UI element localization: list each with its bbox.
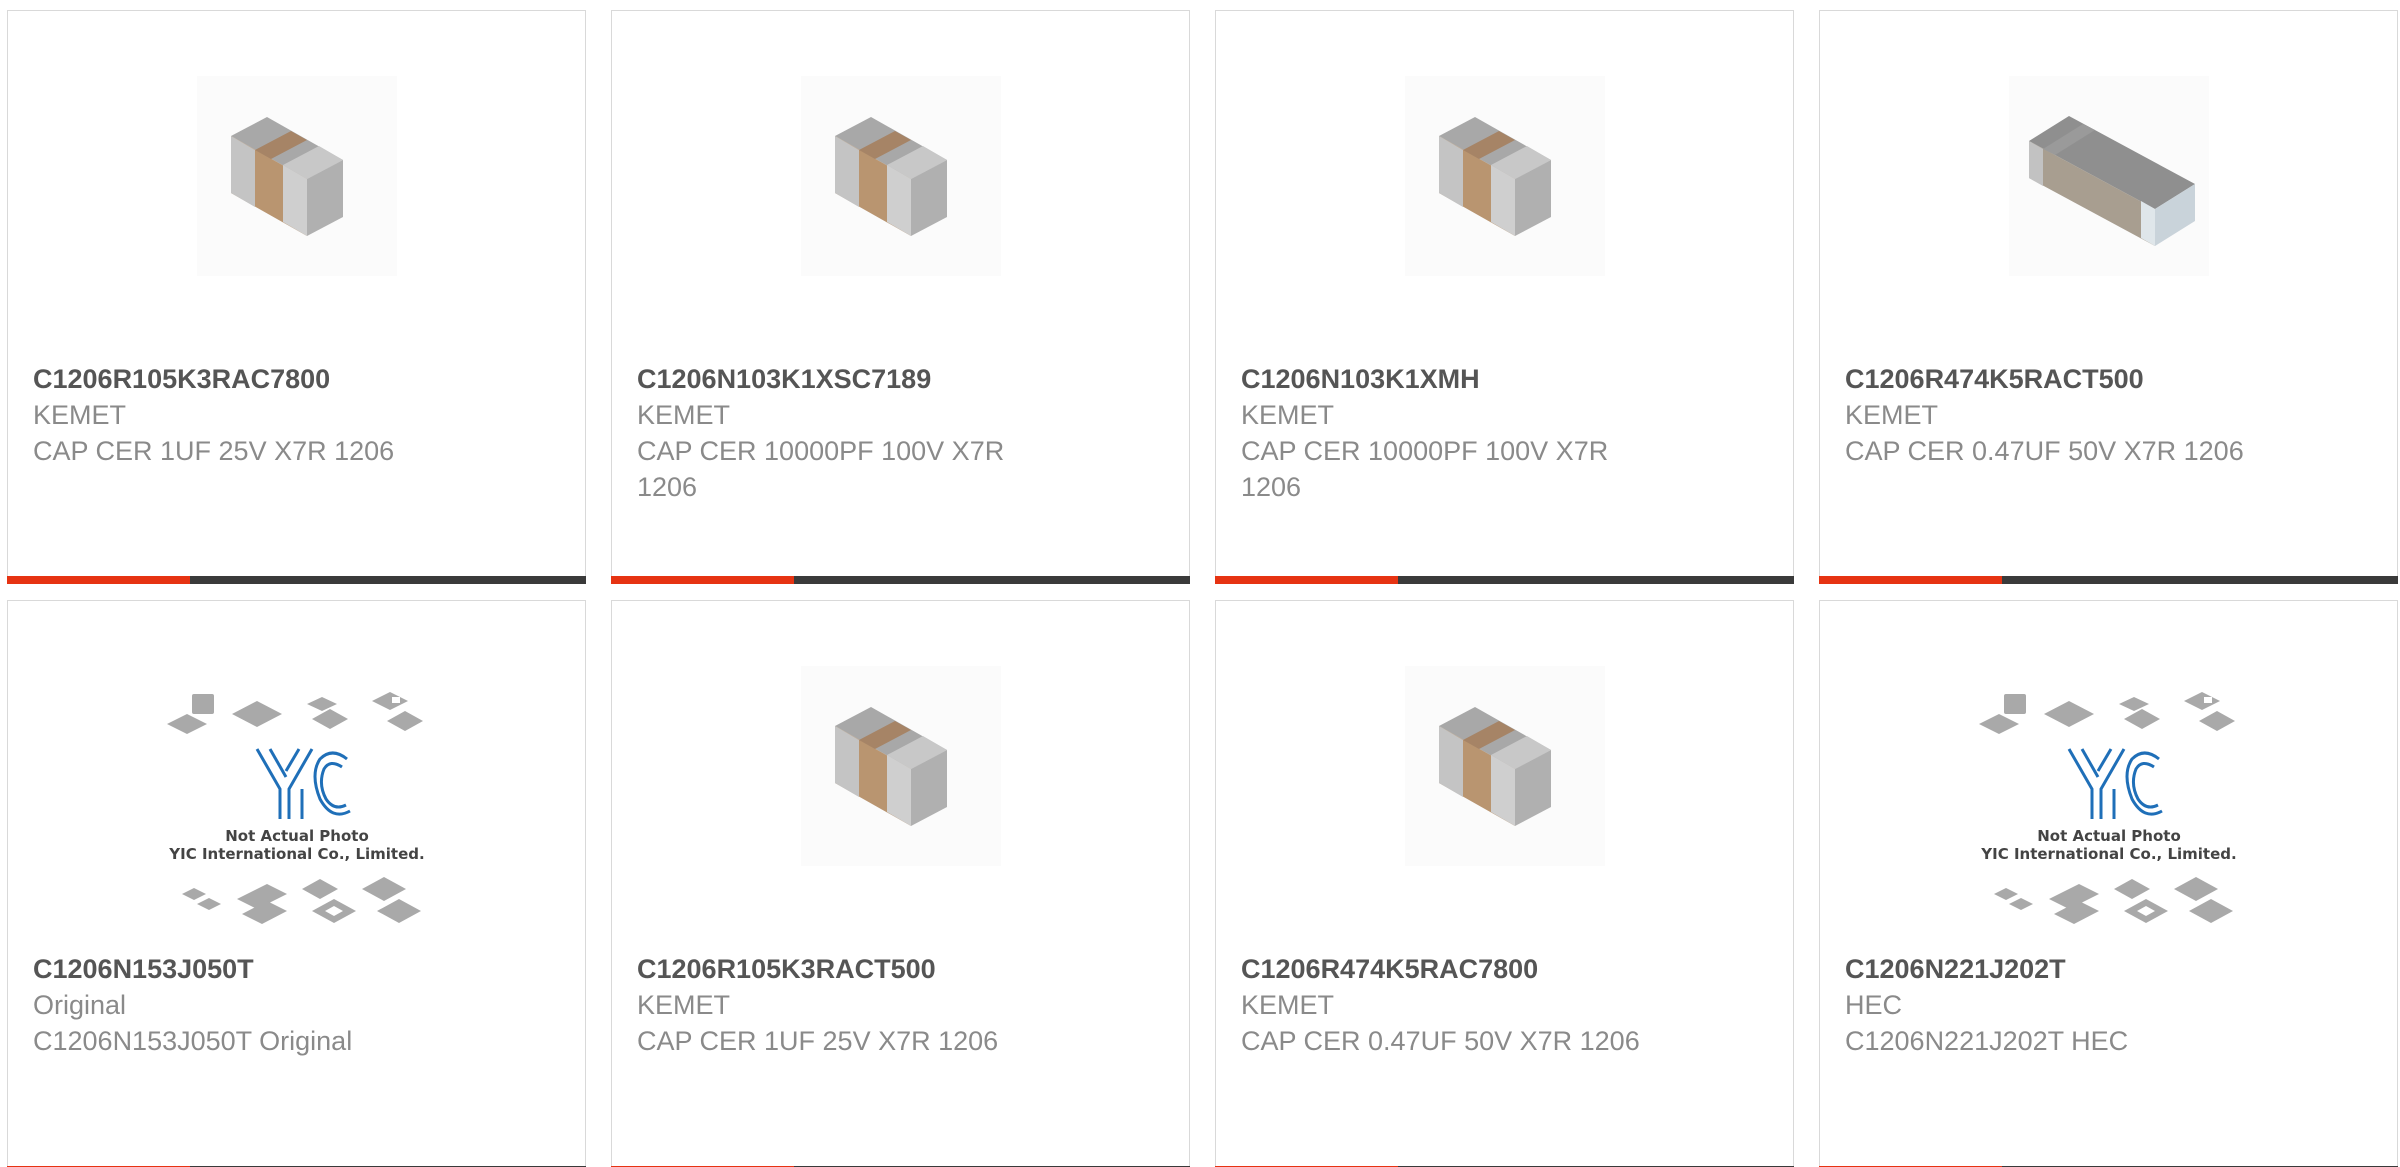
product-image[interactable] xyxy=(612,71,1189,281)
description: CAP CER 0.47UF 50V X7R 1206 xyxy=(1241,1026,1640,1056)
product-info: C1206R474K5RACT500 KEMET CAP CER 0.47UF … xyxy=(1845,361,2305,469)
card-accent-bar xyxy=(611,576,1190,584)
manufacturer: HEC xyxy=(1845,990,1903,1020)
manufacturer: KEMET xyxy=(637,400,731,430)
product-image[interactable] xyxy=(612,661,1189,871)
product-image[interactable]: Not Actual Photo YIC International Co., … xyxy=(1820,686,2397,931)
description: CAP CER 0.47UF 50V X7R 1206 xyxy=(1845,436,2244,466)
yic-placeholder-image: Not Actual Photo YIC International Co., … xyxy=(1978,691,2236,924)
description: CAP CER 1UF 25V X7R 1206 xyxy=(637,1026,999,1056)
manufacturer: KEMET xyxy=(637,990,731,1020)
description: C1206N153J050T Original xyxy=(33,1026,353,1056)
product-card[interactable]: C1206N103K1XMH KEMET CAP CER 10000PF 100… xyxy=(1215,10,1794,584)
card-accent-bar xyxy=(7,576,586,584)
product-card[interactable]: C1206R474K5RACT500 KEMET CAP CER 0.47UF … xyxy=(1819,10,2398,584)
product-info: C1206N103K1XSC7189 KEMET CAP CER 10000PF… xyxy=(637,361,1097,505)
placeholder-line-1: Not Actual Photo xyxy=(2037,827,2181,845)
card-accent-bar xyxy=(1819,576,2398,584)
product-card[interactable]: C1206R105K3RAC7800 KEMET CAP CER 1UF 25V… xyxy=(7,10,586,584)
placeholder-line-1: Not Actual Photo xyxy=(225,827,369,845)
product-info: C1206N103K1XMH KEMET CAP CER 10000PF 100… xyxy=(1241,361,1701,505)
part-number[interactable]: C1206N103K1XSC7189 xyxy=(637,361,1097,397)
product-image[interactable] xyxy=(1216,71,1793,281)
product-info: C1206R105K3RAC7800 KEMET CAP CER 1UF 25V… xyxy=(33,361,493,469)
product-card[interactable]: Not Actual Photo YIC International Co., … xyxy=(1819,600,2398,1167)
capacitor-chip-grey-icon xyxy=(2008,76,2209,276)
part-number[interactable]: C1206N153J050T xyxy=(33,951,493,987)
capacitor-chip-icon xyxy=(196,76,397,276)
product-info: C1206N153J050T Original C1206N153J050T O… xyxy=(33,951,493,1059)
manufacturer: KEMET xyxy=(33,400,127,430)
placeholder-line-2: YIC International Co., Limited. xyxy=(1980,845,2236,863)
manufacturer: KEMET xyxy=(1241,990,1335,1020)
product-card[interactable]: C1206R474K5RAC7800 KEMET CAP CER 0.47UF … xyxy=(1215,600,1794,1167)
part-number[interactable]: C1206R105K3RAC7800 xyxy=(33,361,493,397)
product-image[interactable] xyxy=(1820,71,2397,281)
product-card[interactable]: C1206N103K1XSC7189 KEMET CAP CER 10000PF… xyxy=(611,10,1190,584)
product-card[interactable]: C1206R105K3RACT500 KEMET CAP CER 1UF 25V… xyxy=(611,600,1190,1167)
part-number[interactable]: C1206R105K3RACT500 xyxy=(637,951,1097,987)
part-number[interactable]: C1206R474K5RACT500 xyxy=(1845,361,2305,397)
product-grid: C1206R105K3RAC7800 KEMET CAP CER 1UF 25V… xyxy=(0,0,2400,1167)
capacitor-chip-icon xyxy=(800,666,1001,866)
manufacturer: KEMET xyxy=(1241,400,1335,430)
description: CAP CER 10000PF 100V X7R 1206 xyxy=(637,436,1005,502)
manufacturer: Original xyxy=(33,990,127,1020)
product-info: C1206N221J202T HEC C1206N221J202T HEC xyxy=(1845,951,2305,1059)
capacitor-chip-icon xyxy=(1404,76,1605,276)
description: C1206N221J202T HEC xyxy=(1845,1026,2129,1056)
placeholder-line-2: YIC International Co., Limited. xyxy=(168,845,424,863)
description: CAP CER 1UF 25V X7R 1206 xyxy=(33,436,395,466)
product-info: C1206R474K5RAC7800 KEMET CAP CER 0.47UF … xyxy=(1241,951,1701,1059)
product-image[interactable] xyxy=(8,71,585,281)
yic-placeholder-image: Not Actual Photo YIC International Co., … xyxy=(166,691,424,924)
capacitor-chip-icon xyxy=(800,76,1001,276)
product-info: C1206R105K3RACT500 KEMET CAP CER 1UF 25V… xyxy=(637,951,1097,1059)
product-image[interactable]: Not Actual Photo YIC International Co., … xyxy=(8,686,585,931)
product-image[interactable] xyxy=(1216,661,1793,871)
product-card[interactable]: Not Actual Photo YIC International Co., … xyxy=(7,600,586,1167)
card-accent-bar xyxy=(1215,576,1794,584)
part-number[interactable]: C1206R474K5RAC7800 xyxy=(1241,951,1701,987)
part-number[interactable]: C1206N221J202T xyxy=(1845,951,2305,987)
part-number[interactable]: C1206N103K1XMH xyxy=(1241,361,1701,397)
description: CAP CER 10000PF 100V X7R 1206 xyxy=(1241,436,1609,502)
capacitor-chip-icon xyxy=(1404,666,1605,866)
manufacturer: KEMET xyxy=(1845,400,1939,430)
